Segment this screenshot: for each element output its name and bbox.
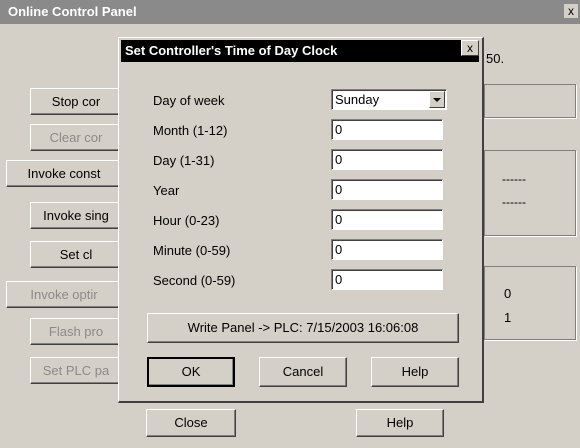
day-of-week-value: Sunday: [335, 92, 380, 107]
panel-help-button[interactable]: Help: [356, 409, 444, 437]
day-of-week-label: Day of week: [153, 93, 225, 108]
dialog-close-icon[interactable]: x: [461, 40, 479, 56]
day-field[interactable]: 0: [331, 149, 443, 170]
close-button[interactable]: Close: [146, 409, 236, 437]
year-label: Year: [153, 183, 180, 198]
month-field[interactable]: 0: [331, 119, 443, 140]
day-of-week-select[interactable]: Sunday: [331, 89, 447, 110]
minute-field[interactable]: 0: [331, 239, 443, 260]
status-value-2: 1: [504, 310, 512, 325]
hour-field[interactable]: 0: [331, 209, 443, 230]
chevron-down-icon[interactable]: [429, 91, 445, 108]
write-panel-to-plc-button[interactable]: Write Panel -> PLC: 7/15/2003 16:06:08: [147, 313, 459, 343]
cancel-button[interactable]: Cancel: [259, 357, 347, 387]
second-field[interactable]: 0: [331, 269, 443, 290]
set-clock-dialog: Set Controller's Time of Day Clock x Day…: [118, 37, 484, 403]
status-groupbox-2: [484, 150, 576, 236]
close-icon[interactable]: x: [564, 4, 578, 18]
status-dash-2: ------: [502, 195, 526, 209]
status-groupbox-3: [484, 266, 576, 340]
second-label: Second (0-59): [153, 273, 236, 288]
dialog-help-button[interactable]: Help: [371, 357, 459, 387]
invoke-single-button[interactable]: Invoke sing: [30, 202, 122, 229]
set-clock-button[interactable]: Set cl: [30, 241, 122, 268]
invoke-optional-button[interactable]: Invoke optir: [6, 281, 122, 308]
invoke-constant-button[interactable]: Invoke const: [6, 160, 122, 187]
status-groupbox-1: [484, 84, 576, 118]
flash-program-button[interactable]: Flash pro: [30, 318, 122, 345]
status-dash-1: ------: [502, 172, 526, 186]
year-field[interactable]: 0: [331, 179, 443, 200]
clear-controller-button[interactable]: Clear cor: [30, 124, 122, 151]
hour-label: Hour (0-23): [153, 213, 220, 228]
set-plc-parameters-button[interactable]: Set PLC pa: [30, 357, 122, 384]
day-label: Day (1-31): [153, 153, 215, 168]
stop-controller-button[interactable]: Stop cor: [30, 88, 122, 115]
partial-text: 50.: [486, 51, 505, 66]
dialog-title: Set Controller's Time of Day Clock: [121, 40, 479, 62]
ok-button[interactable]: OK: [147, 357, 235, 387]
minute-label: Minute (0-59): [153, 243, 231, 258]
window-title: Online Control Panel: [0, 0, 580, 24]
status-value-1: 0: [504, 286, 512, 301]
month-label: Month (1-12): [153, 123, 228, 138]
